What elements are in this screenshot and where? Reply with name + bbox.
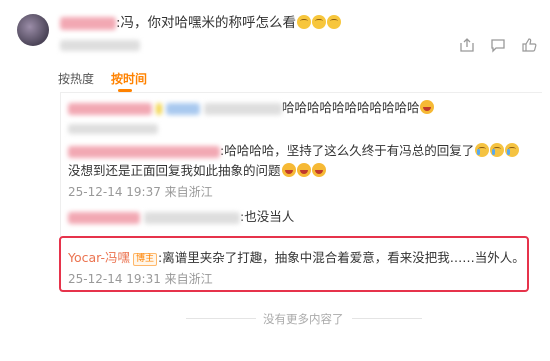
blurred-username[interactable] (68, 102, 152, 115)
smile-emoji-icon (297, 15, 312, 29)
comment-2-text: :哈哈哈哈，坚持了这么久终于有冯总的回复了 (220, 143, 475, 158)
comment-2-text-2: 没想到还是正面回复我如此抽象的问题 (68, 163, 281, 178)
comment-1-meta (68, 121, 158, 135)
comment-2-line2: 没想到还是正面回复我如此抽象的问题 (68, 160, 326, 179)
smile-emoji-icon (312, 15, 327, 29)
divider-right (352, 318, 422, 319)
blurred-text (143, 211, 240, 224)
post-text-line: :冯，你对哈嘿米的称呼怎么看 (60, 11, 342, 31)
blurred-text (203, 102, 282, 115)
laugh-emoji-icon (420, 100, 435, 114)
blurred-badge (155, 102, 162, 115)
blurred-username[interactable] (60, 16, 116, 30)
share-icon[interactable] (459, 37, 475, 53)
comment-3: :也没当人 (68, 206, 294, 225)
comment-2: :哈哈哈哈，坚持了这么久终于有冯总的回复了 (68, 140, 520, 159)
blurred-badge (165, 102, 200, 115)
laugh-emoji-icon (311, 163, 326, 177)
comment-icon[interactable] (490, 37, 506, 53)
reply-meta: 25-12-14 19:31 来自浙江 (68, 272, 213, 286)
comment-3-text: :也没当人 (239, 209, 295, 224)
blurred-username[interactable] (68, 211, 140, 224)
sort-by-heat-tab[interactable]: 按热度 (58, 70, 94, 87)
blurred-date (60, 40, 140, 51)
crying-emoji-icon (505, 143, 520, 157)
comment-2-meta: 25-12-14 19:37 来自浙江 (68, 185, 213, 199)
laugh-emoji-icon (281, 163, 296, 177)
post-text: :冯，你对哈嘿米的称呼怎么看 (116, 15, 297, 31)
no-more-content: 没有更多内容了 (263, 312, 344, 326)
highlighted-reply: Yocar-冯嘿 博主:离谱里夹杂了打趣，抽象中混合着爱意，看来没把我……当外人。 (68, 247, 525, 266)
divider (60, 92, 542, 93)
divider-left (186, 318, 256, 319)
sort-by-time-tab[interactable]: 按时间 (111, 70, 147, 87)
reply-text: :离谱里夹杂了打趣，抽象中混合着爱意，看来没把我……当外人。 (158, 250, 525, 265)
blurred-date (68, 123, 158, 134)
reply-username[interactable]: Yocar-冯嘿 (68, 250, 130, 265)
comment-1-text: 哈哈哈哈哈哈哈哈哈哈哈 (281, 100, 420, 115)
laugh-emoji-icon (296, 163, 311, 177)
smile-emoji-icon (327, 15, 342, 29)
blogger-badge: 博主 (133, 253, 158, 266)
comment-1: 哈哈哈哈哈哈哈哈哈哈哈 (68, 97, 435, 116)
crying-emoji-icon (475, 143, 490, 157)
avatar[interactable] (17, 14, 49, 46)
crying-emoji-icon (490, 143, 505, 157)
like-icon[interactable] (521, 37, 537, 53)
blurred-username[interactable] (68, 145, 220, 158)
post-meta (60, 38, 140, 52)
